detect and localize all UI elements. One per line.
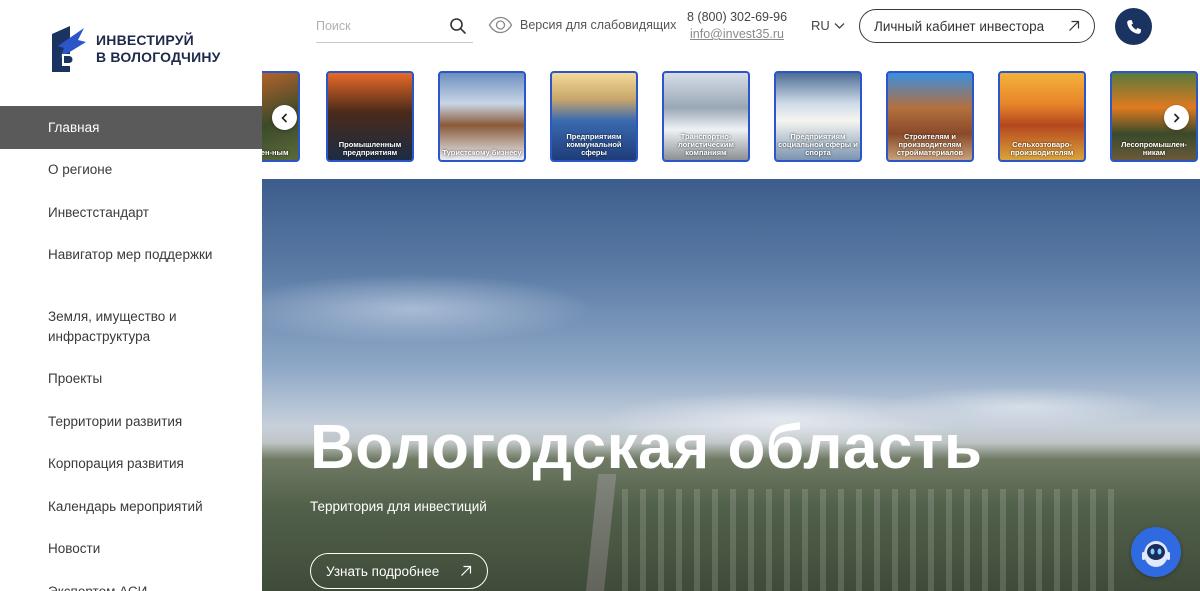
accessibility-label: Версия для слабовидящих (520, 18, 677, 32)
arrow-up-right-icon (461, 565, 472, 576)
category-card-label: Транспортно-логистическим компаниям (678, 132, 734, 157)
arrow-up-right-icon (1069, 20, 1080, 31)
nav-item-support-navigator[interactable]: Навигатор мер поддержки (0, 234, 262, 296)
category-card[interactable]: Строителям и производителям стройматериа… (886, 71, 974, 162)
hero-road-background (585, 474, 617, 591)
accessibility-link[interactable]: Версия для слабовидящих (488, 16, 676, 34)
category-card-label: Предприятиям коммунальной сферы (566, 132, 622, 157)
category-card-label: Строителям и производителям стройматериа… (896, 132, 964, 157)
phone-icon (1126, 19, 1141, 34)
chat-assistant-button[interactable] (1131, 527, 1181, 577)
language-selector[interactable]: RU (811, 18, 845, 33)
chevron-right-icon (1173, 112, 1180, 123)
eye-icon (488, 16, 513, 34)
hero-banner: Вологодская область Территория для инвес… (262, 179, 1200, 591)
category-card-label: Предприятиям социальной сферы и спорта (778, 132, 858, 157)
sidebar: ИНВЕСТИРУЙ В ВОЛОГОДЧИНУ Главная О регио… (0, 0, 262, 591)
hero-title: Вологодская область (310, 413, 983, 482)
category-card[interactable]: Промышленным предприятиям (326, 71, 414, 162)
category-carousel: Промышлен-ным Промышленным предприятиям … (262, 52, 1200, 179)
category-card[interactable]: Транспортно-логистическим компаниям (662, 71, 750, 162)
category-card-label: Промышлен-ным (262, 148, 289, 157)
logo-mark-icon (52, 26, 86, 72)
nav-item-news[interactable]: Новости (0, 528, 262, 571)
category-card[interactable]: Сельхозтоваро-производителям (998, 71, 1086, 162)
nav-item-events-calendar[interactable]: Календарь мероприятий (0, 486, 262, 529)
phone-link[interactable]: 8 (800) 302-69-96 (687, 9, 787, 26)
logo[interactable]: ИНВЕСТИРУЙ В ВОЛОГОДЧИНУ (48, 24, 221, 74)
learn-more-label: Узнать подробнее (326, 563, 440, 579)
language-label: RU (811, 18, 830, 33)
chevron-left-icon (281, 112, 288, 123)
category-card-label: Сельхозтоваро-производителям (1010, 140, 1074, 157)
logo-line-2: В ВОЛОГОДЧИНУ (96, 49, 221, 65)
call-button[interactable] (1115, 8, 1152, 45)
assistant-robot-icon (1142, 541, 1170, 567)
email-link[interactable]: info@invest35.ru (690, 26, 787, 43)
logo-text: ИНВЕСТИРУЙ В ВОЛОГОДЧИНУ (96, 32, 221, 66)
nav-item-projects[interactable]: Проекты (0, 358, 262, 401)
category-card-label: Лесопромышлен-никам (1121, 140, 1187, 157)
main-nav: Главная О регионе Инвестстандарт Навигат… (0, 106, 262, 591)
header: Версия для слабовидящих 8 (800) 302-69-9… (262, 0, 1200, 52)
chevron-down-icon (834, 22, 845, 29)
search-icon[interactable] (449, 17, 467, 35)
nav-item-investstandard[interactable]: Инвестстандарт (0, 192, 262, 235)
nav-item-territories[interactable]: Территории развития (0, 401, 262, 444)
hero-town-background (622, 489, 1122, 591)
hero-subtitle: Территория для инвестиций (310, 499, 487, 514)
nav-item-export[interactable]: Экспортом АСИ (0, 571, 262, 591)
category-card-label: Промышленным предприятиям (338, 140, 402, 157)
category-card[interactable]: Предприятиям коммунальной сферы (550, 71, 638, 162)
carousel-prev-button[interactable] (272, 105, 297, 130)
nav-item-home[interactable]: Главная (0, 106, 262, 149)
contacts: 8 (800) 302-69-96 info@invest35.ru (687, 9, 787, 43)
nav-item-land-property[interactable]: Земля, имущество и инфраструктура (0, 296, 262, 358)
category-card-label: Туристскому бизнесу (442, 148, 522, 157)
search-box (316, 12, 473, 43)
carousel-next-button[interactable] (1164, 105, 1189, 130)
logo-line-1: ИНВЕСТИРУЙ (96, 32, 194, 48)
investor-cabinet-button[interactable]: Личный кабинет инвестора (859, 9, 1095, 43)
investor-cabinet-label: Личный кабинет инвестора (874, 18, 1045, 34)
category-card[interactable]: Туристскому бизнесу (438, 71, 526, 162)
nav-item-corporation[interactable]: Корпорация развития (0, 443, 262, 486)
page: ИНВЕСТИРУЙ В ВОЛОГОДЧИНУ Главная О регио… (0, 0, 1200, 591)
learn-more-button[interactable]: Узнать подробнее (310, 553, 488, 589)
nav-item-region[interactable]: О регионе (0, 149, 262, 192)
search-input[interactable] (316, 12, 436, 40)
category-card[interactable]: Предприятиям социальной сферы и спорта (774, 71, 862, 162)
